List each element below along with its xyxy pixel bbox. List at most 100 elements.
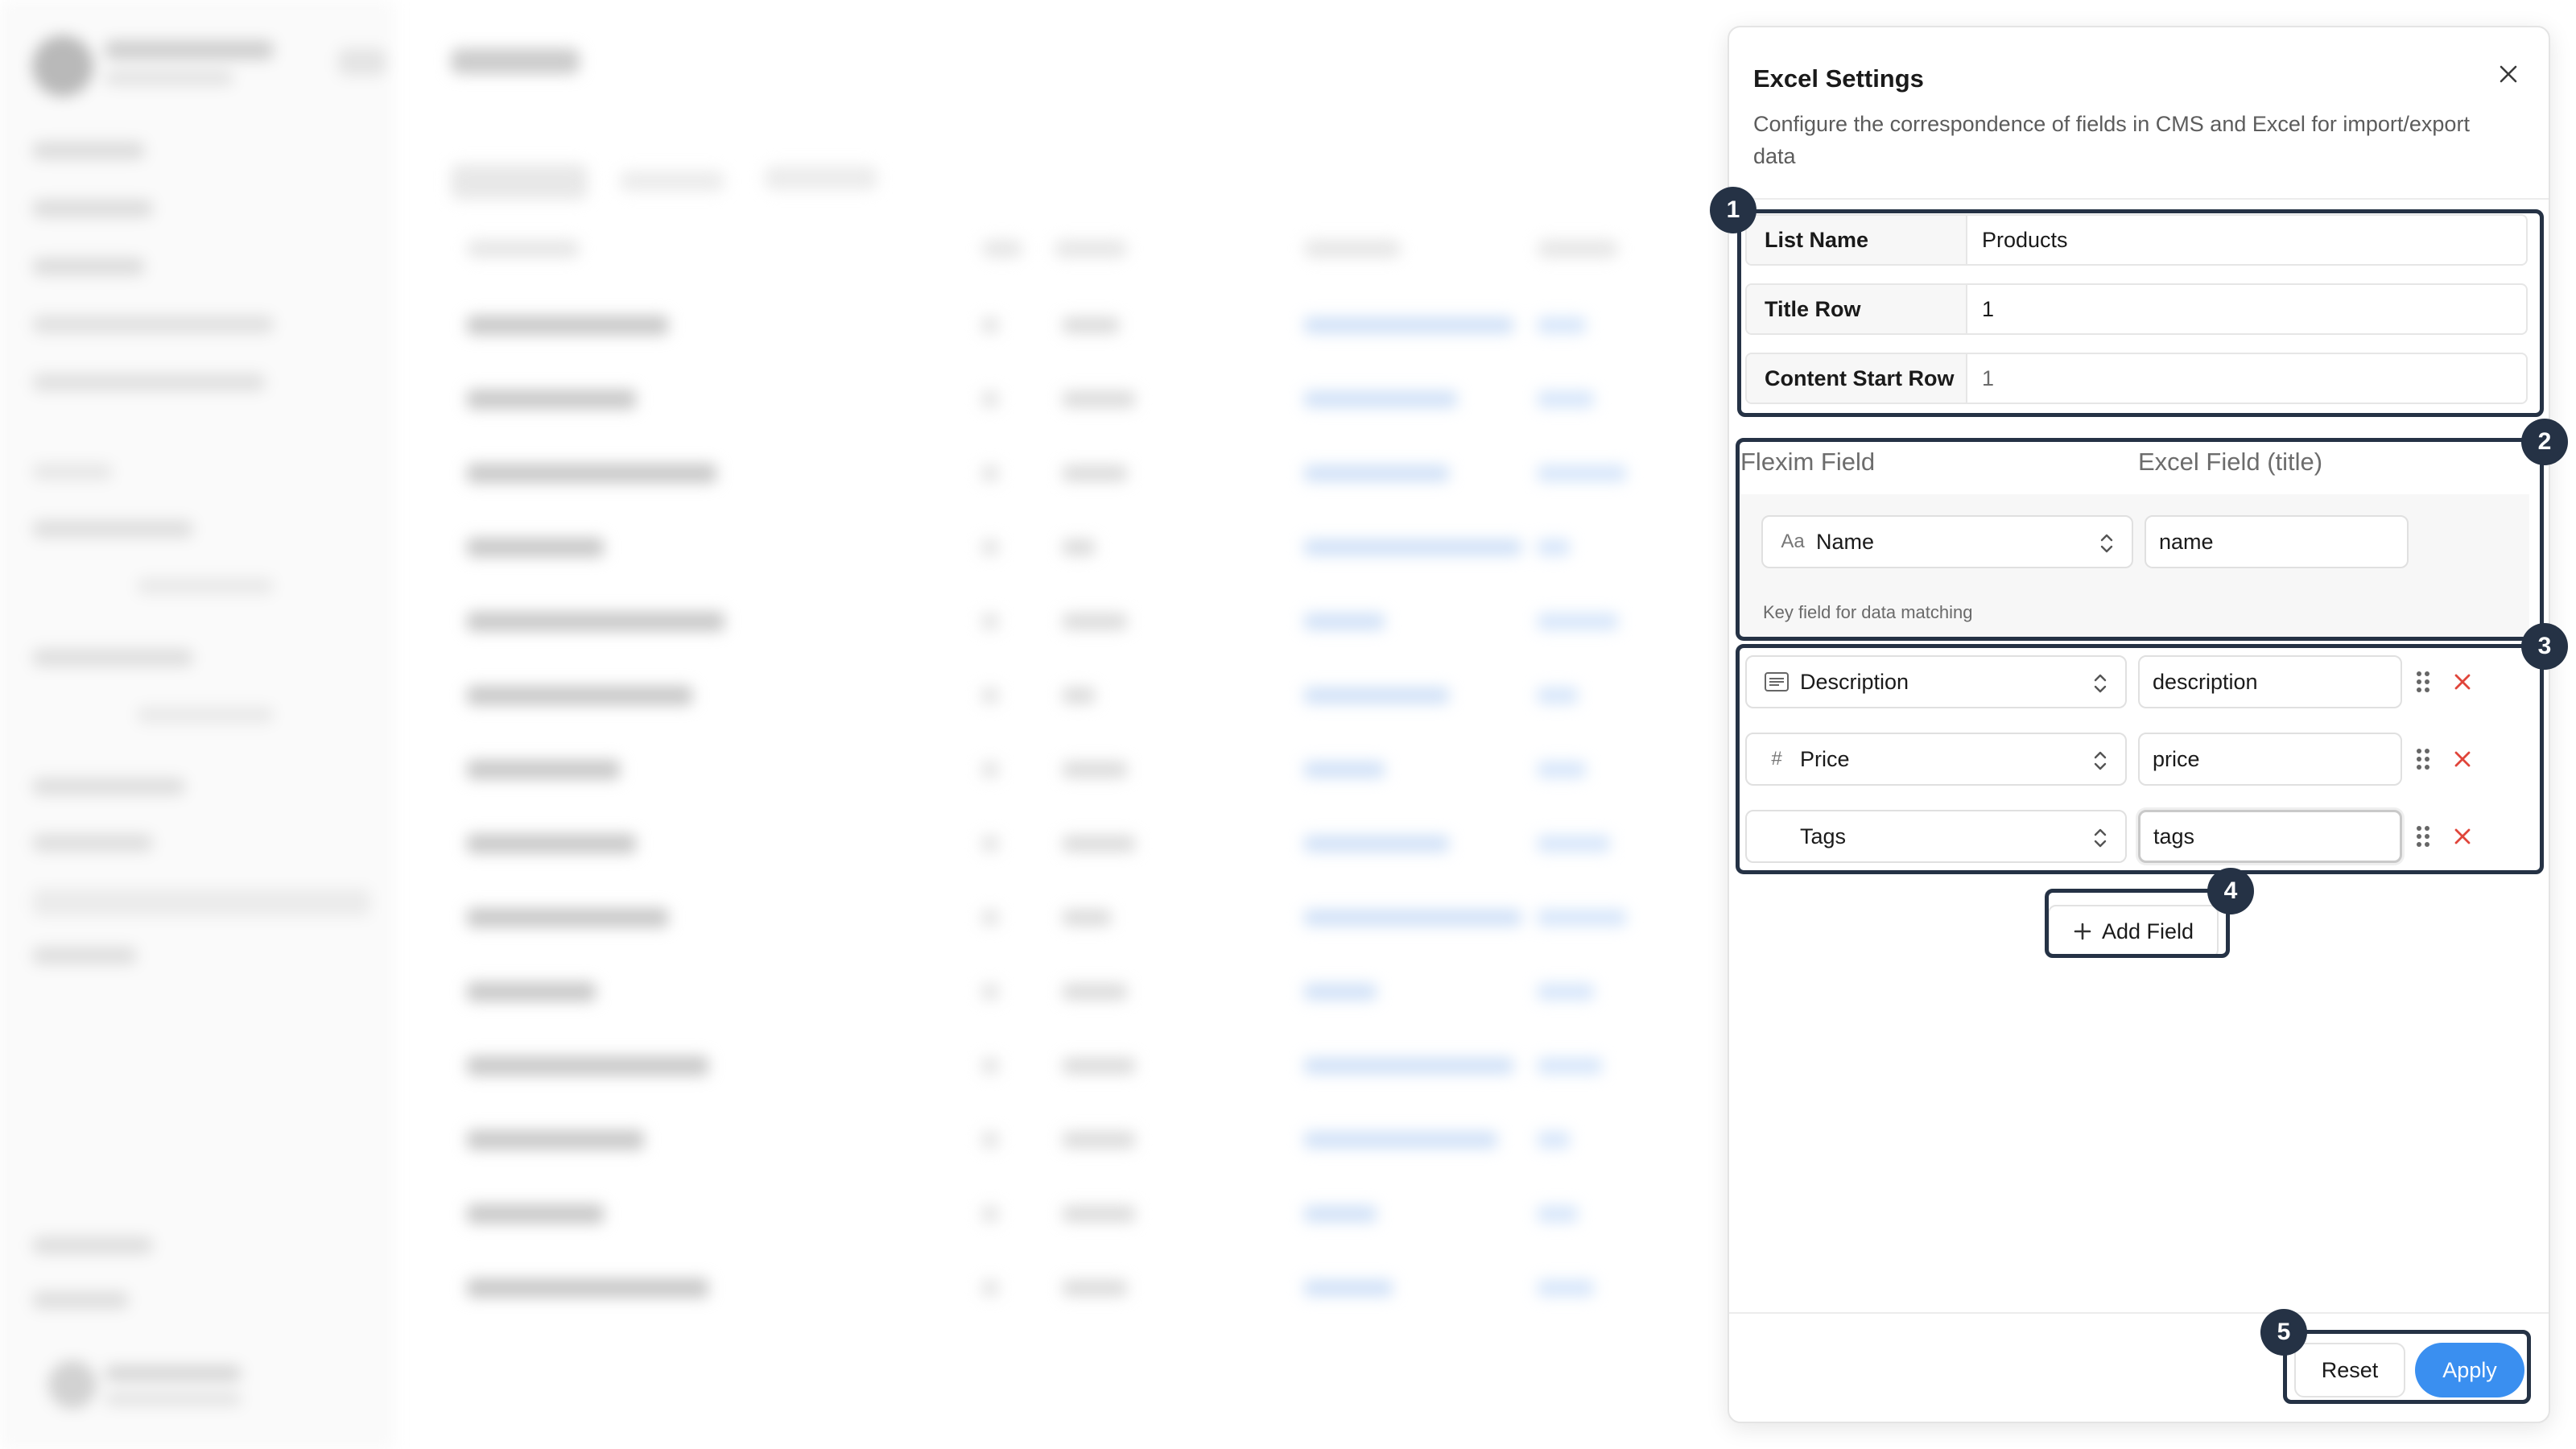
bg-user-name xyxy=(105,1365,242,1381)
bg-table-row xyxy=(451,1270,1658,1306)
key-field-hint: Key field for data matching xyxy=(1763,602,1973,622)
content-start-row-input[interactable]: 1 xyxy=(1967,354,2526,402)
title-row-label: Title Row xyxy=(1747,285,1967,333)
paragraph-icon xyxy=(1765,672,1789,691)
panel-title: Excel Settings xyxy=(1753,64,1924,93)
description-field-select[interactable]: Description xyxy=(1745,655,2127,708)
description-field-select-value: Description xyxy=(1800,669,1909,694)
bg-table-row xyxy=(451,1122,1658,1158)
bg-nav xyxy=(32,1236,153,1254)
delete-price-button[interactable] xyxy=(2449,745,2476,773)
close-icon xyxy=(2454,751,2471,767)
tags-excel-input[interactable]: tags xyxy=(2138,810,2402,863)
bg-workspace-name xyxy=(105,40,274,60)
bg-tab xyxy=(620,171,724,192)
bg-table-row xyxy=(451,308,1658,343)
content-start-row-label: Content Start Row xyxy=(1747,354,1967,402)
bg-table-row xyxy=(451,530,1658,565)
bg-nav xyxy=(32,649,193,667)
divider xyxy=(1729,198,2549,200)
excel-field-header: Excel Field (title) xyxy=(2138,448,2323,476)
key-field-select[interactable]: Aa Name xyxy=(1761,515,2133,568)
chevron-up-down-icon xyxy=(2094,674,2107,693)
plus-icon xyxy=(2074,923,2091,940)
price-field-select[interactable]: # Price xyxy=(1745,733,2127,786)
title-row-row: Title Row 1 xyxy=(1745,283,2528,335)
annotation-badge-3: 3 xyxy=(2521,623,2568,670)
bg-nav xyxy=(32,947,137,964)
close-button[interactable] xyxy=(2486,52,2531,97)
bg-nav xyxy=(32,142,145,159)
key-field-select-value: Name xyxy=(1816,529,1875,554)
bg-table-row xyxy=(451,604,1658,639)
bg-nav xyxy=(137,578,274,594)
delete-tags-button[interactable] xyxy=(2449,823,2476,850)
list-name-input[interactable]: Products xyxy=(1967,216,2526,264)
bg-col-head xyxy=(1304,240,1401,258)
background-app-blurred xyxy=(0,0,1723,1449)
bg-table-row xyxy=(451,900,1658,935)
chevron-up-down-icon xyxy=(2094,751,2107,770)
bg-table-row xyxy=(451,382,1658,417)
drag-handle-icon[interactable] xyxy=(2413,668,2433,696)
close-icon xyxy=(2500,65,2517,83)
price-field-select-value: Price xyxy=(1800,746,1850,771)
bg-nav xyxy=(32,316,274,333)
annotation-badge-4: 4 xyxy=(2207,868,2254,914)
bg-nav xyxy=(32,200,153,217)
bg-nav xyxy=(137,707,274,723)
list-name-label: List Name xyxy=(1747,216,1967,264)
bg-avatar xyxy=(32,35,93,97)
chevron-up-down-icon xyxy=(2094,828,2107,848)
bg-sidebar xyxy=(0,0,394,1449)
bg-nav xyxy=(32,834,153,852)
tags-field-select-value: Tags xyxy=(1800,824,1847,848)
bg-user-mail xyxy=(105,1393,242,1406)
bg-table-row xyxy=(451,678,1658,713)
bg-col-head xyxy=(1538,240,1618,258)
bg-tab xyxy=(451,164,588,200)
text-type-icon: Aa xyxy=(1781,530,1805,552)
bg-nav-active xyxy=(32,889,370,916)
bg-col-head xyxy=(1055,240,1127,258)
bg-nav xyxy=(32,1291,129,1309)
bg-col-head xyxy=(467,240,580,258)
bg-table-row xyxy=(451,1196,1658,1232)
reset-button[interactable]: Reset xyxy=(2294,1343,2405,1397)
apply-button[interactable]: Apply xyxy=(2415,1343,2524,1397)
bg-table-row xyxy=(451,974,1658,1009)
divider xyxy=(1729,1312,2549,1314)
chevron-up-down-icon xyxy=(2100,534,2113,553)
close-icon xyxy=(2454,828,2471,844)
close-icon xyxy=(2454,674,2471,690)
bg-user-avatar xyxy=(48,1360,97,1409)
drag-handle-icon[interactable] xyxy=(2413,745,2433,773)
panel-description: Configure the correspondence of fields i… xyxy=(1753,112,2470,168)
add-field-button[interactable]: Add Field xyxy=(2048,905,2219,958)
description-excel-input[interactable]: description xyxy=(2138,655,2402,708)
bg-nav xyxy=(32,258,145,275)
bg-table-row xyxy=(451,752,1658,787)
bg-table-row xyxy=(451,1048,1658,1084)
hash-icon: # xyxy=(1771,748,1782,770)
bg-page-title xyxy=(451,48,580,74)
bg-workspace-sub xyxy=(105,71,233,85)
delete-description-button[interactable] xyxy=(2449,668,2476,696)
bg-nav xyxy=(32,520,193,538)
bg-nav xyxy=(32,374,266,391)
bg-nav xyxy=(32,464,113,480)
tags-field-select[interactable]: Tags xyxy=(1745,810,2127,863)
excel-settings-panel: Excel Settings Configure the corresponde… xyxy=(1728,26,2550,1423)
title-row-input[interactable]: 1 xyxy=(1967,285,2526,333)
bg-toggle xyxy=(338,48,386,76)
annotation-badge-2: 2 xyxy=(2521,419,2568,465)
price-excel-input[interactable]: price xyxy=(2138,733,2402,786)
annotation-badge-5: 5 xyxy=(2260,1309,2307,1356)
flexim-field-header: Flexim Field xyxy=(1740,448,1876,476)
list-name-row: List Name Products xyxy=(1745,214,2528,266)
drag-handle-icon[interactable] xyxy=(2413,823,2433,850)
bg-table-row xyxy=(451,826,1658,861)
bg-col-head xyxy=(982,240,1022,258)
key-field-excel-input[interactable]: name xyxy=(2145,515,2409,568)
bg-nav xyxy=(32,778,185,795)
